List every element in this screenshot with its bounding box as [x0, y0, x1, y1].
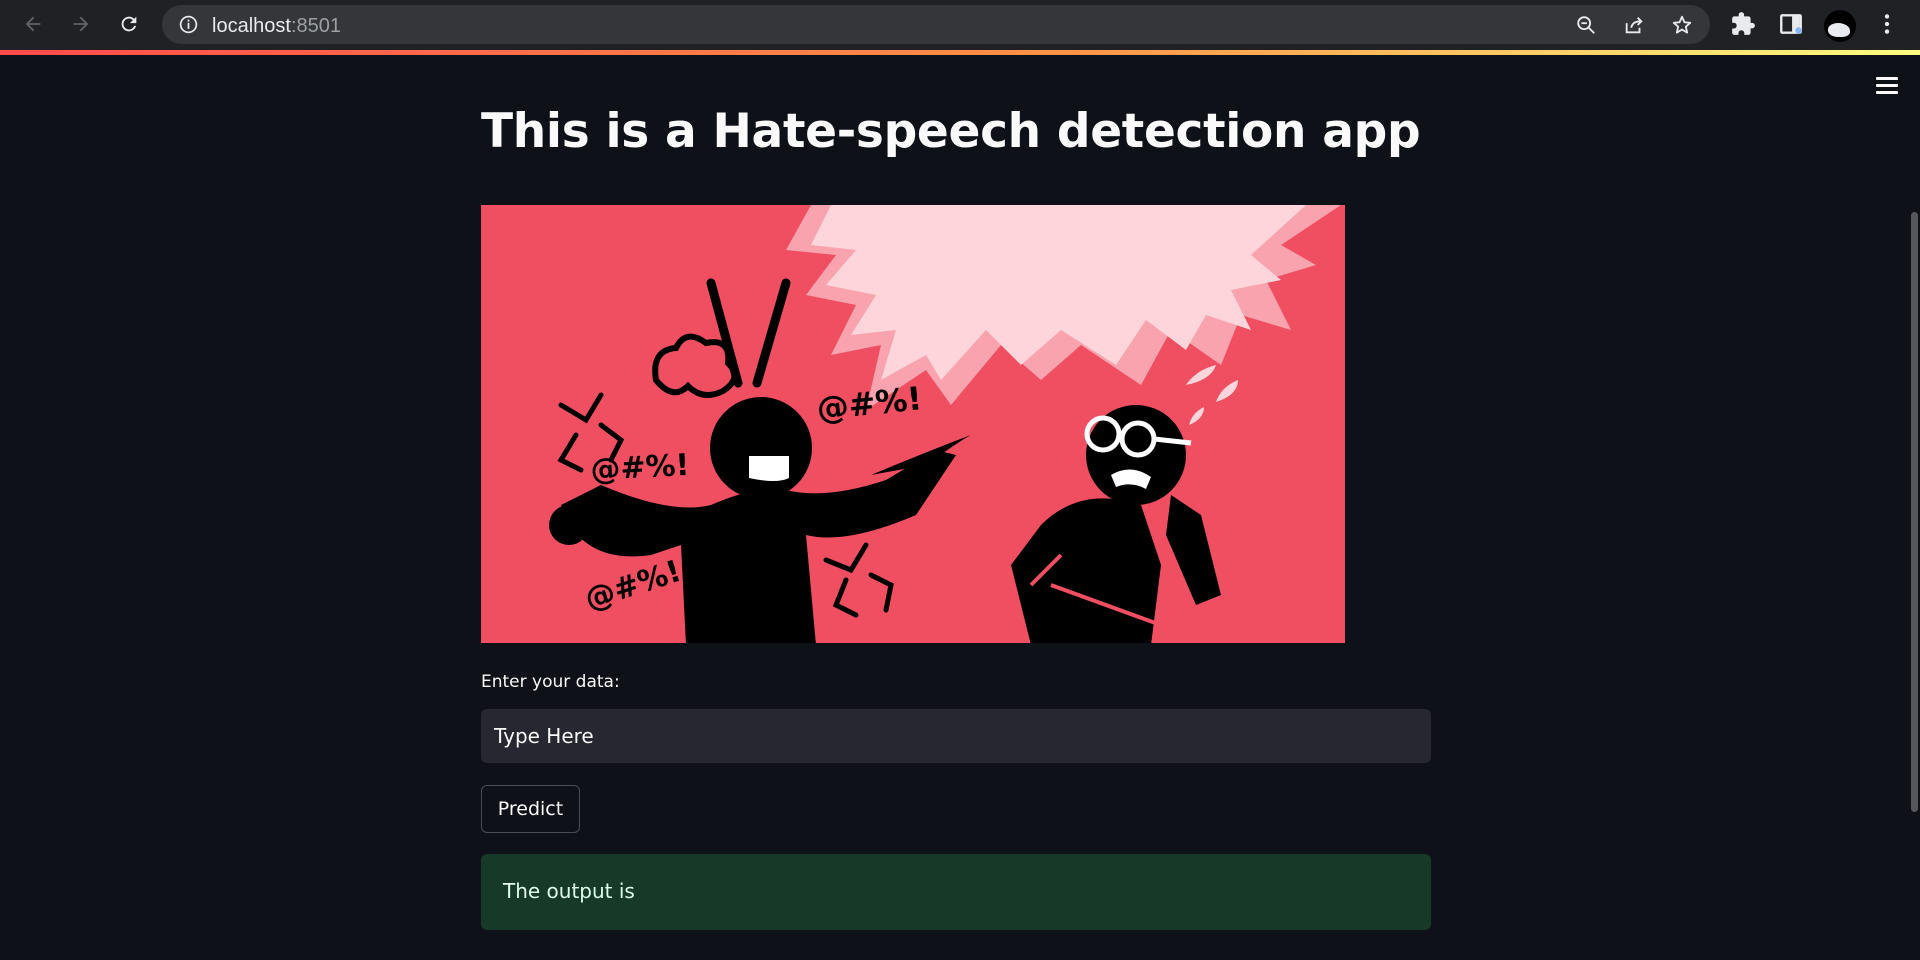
info-icon[interactable]	[178, 14, 199, 35]
main-menu-icon[interactable]	[1876, 77, 1898, 97]
input-label: Enter your data:	[481, 672, 620, 692]
profile-avatar[interactable]	[1824, 10, 1856, 42]
star-icon[interactable]	[1671, 14, 1693, 36]
hate-speech-illustration: @#%! @#%! @#%!	[481, 205, 1345, 643]
zoom-out-icon[interactable]	[1575, 14, 1597, 36]
reload-button[interactable]	[113, 8, 145, 40]
extensions-icon[interactable]	[1730, 11, 1756, 37]
reload-icon	[121, 16, 137, 32]
symbols-text-2: @#%!	[590, 448, 691, 488]
symbols-text-3: @#%!	[581, 554, 686, 618]
side-panel-icon[interactable]	[1778, 11, 1804, 37]
browser-toolbar: localhost:8501	[0, 0, 1920, 50]
symbols-text-1: @#%!	[815, 379, 924, 428]
share-icon[interactable]	[1623, 14, 1645, 36]
page-title: This is a Hate-speech detection app	[481, 104, 1421, 159]
predict-button[interactable]: Predict	[481, 785, 580, 833]
url-text: localhost:8501	[212, 15, 341, 37]
forward-button[interactable]	[65, 8, 97, 40]
more-menu-icon[interactable]	[1874, 11, 1900, 37]
back-button[interactable]	[17, 8, 49, 40]
scrollbar-thumb[interactable]	[1911, 212, 1918, 812]
output-alert: The output is	[481, 854, 1431, 930]
output-text: The output is	[503, 879, 635, 903]
back-icon	[25, 16, 41, 32]
data-input[interactable]	[481, 709, 1431, 763]
forward-icon	[73, 16, 89, 32]
address-bar[interactable]: localhost:8501	[162, 5, 1710, 44]
header-decoration	[0, 50, 1920, 55]
